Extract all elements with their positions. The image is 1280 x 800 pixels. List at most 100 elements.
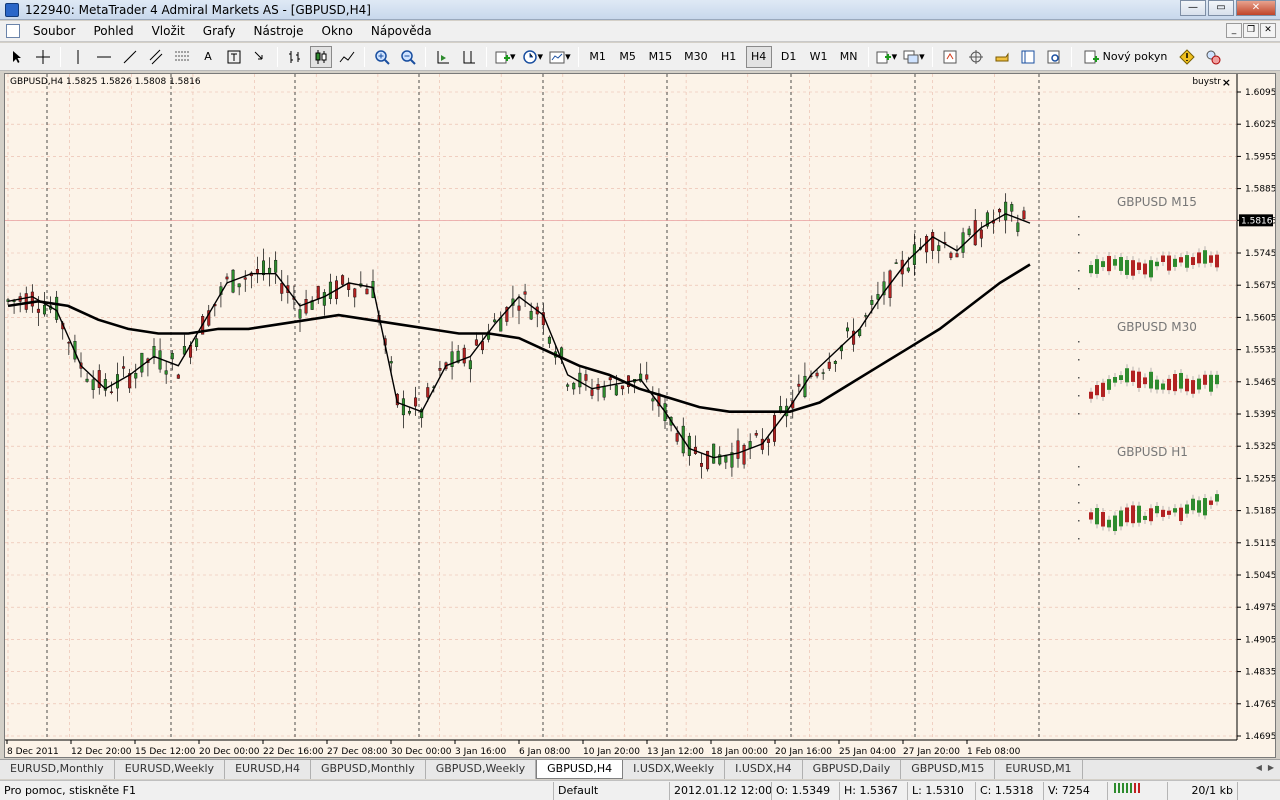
candle (408, 410, 412, 414)
price-label: 1.4765 (1245, 700, 1275, 710)
timeframe-m30[interactable]: M30 (680, 46, 712, 68)
menu-pohled[interactable]: Pohled (84, 21, 142, 41)
maximize-button[interactable]: ▭ (1208, 0, 1234, 16)
time-label: 3 Jan 16:00 (455, 747, 507, 757)
price-label: 1.6025 (1245, 120, 1275, 130)
candle (523, 291, 527, 295)
candle (1016, 222, 1020, 232)
candle (243, 277, 247, 280)
mini-candle (1131, 370, 1135, 382)
tab-gbpusd-m15[interactable]: GBPUSD,M15 (901, 760, 996, 779)
tab-iusdx-h4[interactable]: I.USDX,H4 (725, 760, 803, 779)
timeframe-w1[interactable]: W1 (806, 46, 832, 68)
indicator-close-icon[interactable]: × (1222, 76, 1231, 89)
price-label: 1.5115 (1245, 539, 1275, 549)
minimize-button[interactable]: — (1180, 0, 1206, 16)
timeframe-h1[interactable]: H1 (716, 46, 742, 68)
text-icon[interactable]: A (197, 46, 219, 68)
connection-status-icon (1108, 781, 1168, 800)
tab-eurusd-monthly[interactable]: EURUSD,Monthly (0, 760, 115, 779)
timeframe-m15[interactable]: M15 (645, 46, 677, 68)
periods-icon[interactable]: ▾ (521, 46, 545, 68)
chart-shift-icon[interactable] (458, 46, 480, 68)
auto-scroll-icon[interactable] (432, 46, 454, 68)
line-chart-icon[interactable] (336, 46, 358, 68)
chart-window[interactable]: 1.6095 1.6025 1.5955 1.5885 1.5816 1.5745 1.56… (4, 73, 1276, 758)
timeframe-m1[interactable]: M1 (585, 46, 611, 68)
tab-scroll-left-icon[interactable]: ◀ (1256, 763, 1262, 772)
trendline-icon[interactable] (119, 46, 141, 68)
mini-chart-marker (1078, 413, 1080, 415)
timeframe-h4[interactable]: H4 (745, 45, 772, 68)
candle (268, 267, 272, 274)
mini-candle (1185, 504, 1189, 514)
new-order-button[interactable]: Nový pokyn (1078, 46, 1173, 68)
tab-eurusd-weekly[interactable]: EURUSD,Weekly (115, 760, 226, 779)
zoom-in-icon[interactable] (371, 46, 393, 68)
candlestick-icon[interactable] (310, 45, 332, 68)
menu-nastroje[interactable]: Nástroje (245, 21, 313, 41)
candle (158, 350, 162, 370)
arrows-icon[interactable] (249, 46, 271, 68)
new-chart-icon[interactable]: ▾ (875, 46, 899, 68)
tab-eurusd-m1[interactable]: EURUSD,M1 (995, 760, 1083, 779)
tab-gbpusd-daily[interactable]: GBPUSD,Daily (803, 760, 902, 779)
text-label-icon[interactable] (223, 46, 245, 68)
tab-iusdx-weekly[interactable]: I.USDX,Weekly (623, 760, 726, 779)
menu-soubor[interactable]: Soubor (24, 21, 84, 41)
horizontal-line-icon[interactable] (93, 46, 115, 68)
mini-candle (1101, 511, 1105, 527)
candle (712, 443, 716, 464)
market-watch-icon[interactable] (939, 46, 961, 68)
candle (827, 361, 831, 369)
menu-napoveda[interactable]: Nápověda (362, 21, 441, 41)
templates-icon[interactable]: ▾ (548, 46, 572, 68)
time-label: 27 Dec 08:00 (327, 747, 388, 757)
timeframe-m5[interactable]: M5 (615, 46, 641, 68)
tab-eurusd-h4[interactable]: EURUSD,H4 (225, 760, 311, 779)
crosshair-icon[interactable] (32, 46, 54, 68)
mini-candle (1203, 250, 1207, 264)
profiles-icon[interactable]: ▾ (902, 46, 926, 68)
tab-gbpusd-monthly[interactable]: GBPUSD,Monthly (311, 760, 426, 779)
document-icon[interactable] (6, 24, 20, 38)
tester-icon[interactable] (1043, 46, 1065, 68)
timeframe-mn[interactable]: MN (836, 46, 862, 68)
mini-chart-marker (1078, 341, 1080, 343)
mini-candle (1197, 500, 1201, 513)
experts-icon[interactable] (991, 46, 1013, 68)
time-label: 12 Dec 20:00 (71, 747, 132, 757)
candle (280, 283, 284, 294)
price-label: 1.5675 (1245, 281, 1275, 291)
menu-vlozit[interactable]: Vložit (143, 21, 194, 41)
vertical-line-icon[interactable] (67, 46, 89, 68)
expert-advisors-icon[interactable] (1202, 46, 1224, 68)
zoom-out-icon[interactable] (397, 46, 419, 68)
alert-icon[interactable] (1176, 46, 1198, 68)
navigator-icon[interactable] (965, 46, 987, 68)
child-minimize-button[interactable]: _ (1226, 23, 1242, 38)
tab-gbpusd-h4[interactable]: GBPUSD,H4 (536, 760, 624, 779)
mini-chart-title: GBPUSD M30 (1117, 320, 1197, 334)
candle (608, 377, 612, 381)
timeframe-d1[interactable]: D1 (776, 46, 802, 68)
candle (347, 283, 351, 290)
price-chart[interactable]: 1.6095 1.6025 1.5955 1.5885 1.5816 1.5745 1.56… (5, 74, 1275, 757)
channel-icon[interactable] (145, 46, 167, 68)
mini-candle (1095, 507, 1099, 525)
status-low: L: 1.5310 (908, 781, 976, 800)
child-restore-button[interactable]: ❐ (1243, 23, 1259, 38)
menu-grafy[interactable]: Grafy (194, 21, 245, 41)
bar-chart-icon[interactable] (284, 46, 306, 68)
cursor-icon[interactable] (6, 46, 28, 68)
indicators-icon[interactable]: ▾ (493, 46, 517, 68)
child-close-button[interactable]: ✕ (1260, 23, 1276, 38)
menu-okno[interactable]: Okno (313, 21, 362, 41)
candle (821, 372, 825, 374)
candle (304, 299, 308, 314)
tab-gbpusd-weekly[interactable]: GBPUSD,Weekly (426, 760, 537, 779)
tab-scroll-right-icon[interactable]: ▶ (1268, 763, 1274, 772)
terminal-icon[interactable] (1017, 46, 1039, 68)
close-button[interactable]: ✕ (1236, 0, 1276, 16)
fibonacci-icon[interactable] (171, 46, 193, 68)
